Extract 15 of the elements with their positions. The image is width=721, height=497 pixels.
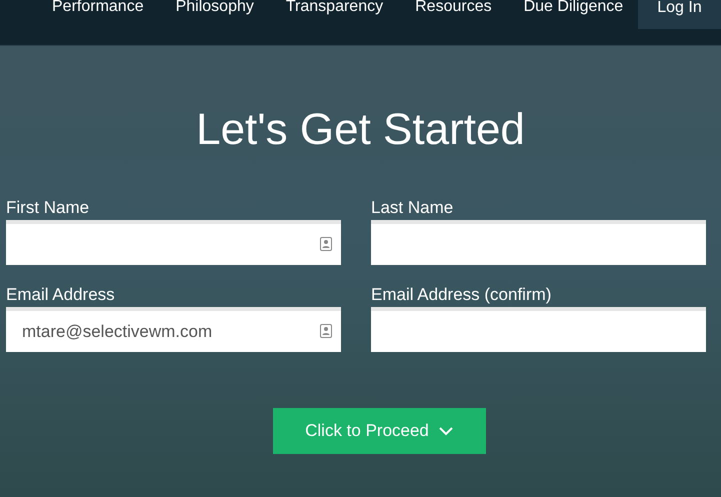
login-button[interactable]: Log In: [638, 0, 721, 29]
field-label: First Name: [6, 198, 90, 218]
field-label: Email Address: [6, 285, 115, 305]
input-field[interactable]: [6, 220, 341, 265]
nav-link[interactable]: Transparency: [286, 0, 384, 14]
field-label: Last Name: [371, 198, 454, 218]
input-field[interactable]: [371, 307, 706, 352]
input-field[interactable]: mtare@selectivewm.com: [6, 307, 341, 352]
nav-link[interactable]: Resources: [415, 0, 492, 14]
page-title: Let's Get Started: [195, 104, 526, 156]
chevron-down-icon: [438, 426, 453, 436]
input-field[interactable]: [371, 220, 706, 265]
contact-card-icon: [320, 237, 332, 251]
contact-card-icon: [320, 324, 332, 338]
field-label: Email Address (confirm): [371, 285, 552, 305]
